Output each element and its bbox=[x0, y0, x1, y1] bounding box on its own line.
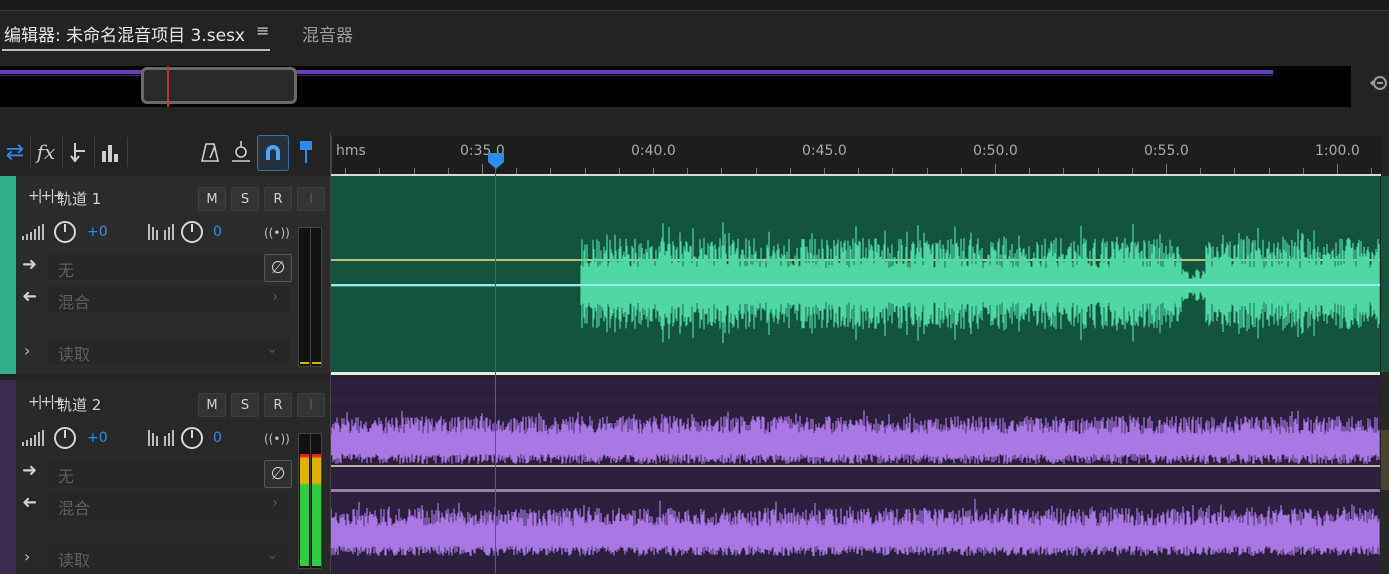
ruler-tick bbox=[995, 164, 996, 174]
input-select[interactable]: 无 › bbox=[48, 254, 290, 280]
volume-knob[interactable] bbox=[54, 221, 76, 243]
pan-knob[interactable] bbox=[181, 427, 203, 449]
track-level-meter bbox=[298, 433, 322, 569]
volume-value[interactable]: +0 bbox=[87, 224, 108, 240]
track-level-meter bbox=[298, 227, 322, 367]
ruler-label: 1:00.0 bbox=[1315, 143, 1360, 159]
input-value: 无 bbox=[58, 467, 75, 486]
mute-button[interactable]: M bbox=[198, 393, 226, 417]
ruler-tick bbox=[1337, 164, 1338, 174]
pan-value[interactable]: 0 bbox=[213, 430, 222, 446]
input-value: 无 bbox=[58, 261, 75, 280]
ruler-unit-label: hms bbox=[336, 143, 366, 159]
pan-knob[interactable] bbox=[181, 221, 203, 243]
track-2-channel-divider bbox=[331, 489, 1380, 492]
fx-button[interactable]: fx bbox=[31, 135, 61, 169]
switch-view-icon[interactable]: ⇄ bbox=[0, 135, 30, 169]
tab-mixer[interactable]: 混音器 bbox=[302, 21, 353, 46]
overview-playhead bbox=[167, 66, 169, 107]
track-1-waveform bbox=[331, 222, 1380, 344]
sends-icon[interactable] bbox=[63, 135, 93, 169]
pan-icon bbox=[148, 224, 174, 240]
volume-icon bbox=[22, 430, 44, 446]
output-value: 混合 bbox=[58, 499, 91, 518]
marker-pin-icon[interactable] bbox=[291, 135, 321, 169]
chevron-down-icon: ⌄ bbox=[266, 341, 278, 357]
session-overview[interactable] bbox=[0, 66, 1351, 107]
expand-chevron-icon[interactable]: › bbox=[24, 341, 30, 360]
solo-button[interactable]: S bbox=[231, 187, 259, 211]
solo-button[interactable]: S bbox=[231, 393, 259, 417]
zoom-navigator-icon[interactable] bbox=[1368, 72, 1388, 94]
input-monitor-button[interactable]: I bbox=[297, 187, 325, 211]
expand-chevron-icon[interactable]: › bbox=[24, 547, 30, 566]
track-name[interactable]: 轨道 2 bbox=[57, 394, 101, 415]
tab-bar: 编辑器: 未命名混音项目 3.sesx ≡ 混音器 bbox=[0, 11, 1389, 55]
playhead[interactable] bbox=[495, 160, 496, 574]
ruler-label: 0:55.0 bbox=[1144, 143, 1189, 159]
automation-mode-value: 读取 bbox=[58, 345, 91, 364]
input-arrow-icon: ➜ bbox=[22, 460, 38, 481]
pan-value[interactable]: 0 bbox=[213, 224, 222, 240]
track-2-clip[interactable] bbox=[331, 378, 1380, 574]
track-name[interactable]: 轨道 1 bbox=[57, 188, 101, 209]
snap-magnet-icon[interactable] bbox=[257, 135, 289, 171]
tab-editor[interactable]: 编辑器: 未命名混音项目 3.sesx bbox=[4, 21, 245, 46]
tab-menu-icon[interactable]: ≡ bbox=[256, 21, 269, 40]
overview-zoom-window[interactable] bbox=[141, 67, 297, 104]
input-arrow-icon: ➜ bbox=[22, 254, 38, 275]
track-color-swatch bbox=[0, 380, 16, 574]
chevron-down-icon: ⌄ bbox=[266, 547, 278, 563]
output-select[interactable]: 混合 › bbox=[48, 286, 290, 312]
output-value: 混合 bbox=[58, 293, 91, 312]
track-toolbar: ⇄ fx bbox=[0, 133, 330, 173]
output-arrow-icon: ➜ bbox=[22, 286, 38, 307]
eq-meter-icon[interactable] bbox=[95, 135, 125, 169]
volume-icon bbox=[22, 224, 44, 240]
track-header-2: +|+|+ 轨道 2 M S R I +0 0 ((•)) ➜ 无 › ∅ ➜ … bbox=[0, 380, 330, 574]
ruler-label: 0:50.0 bbox=[973, 143, 1018, 159]
mute-button[interactable]: M bbox=[198, 187, 226, 211]
automation-mode-select[interactable]: 读取 ⌄ bbox=[48, 544, 290, 570]
record-arm-button[interactable]: R bbox=[264, 393, 292, 417]
track-2-edge bbox=[1381, 430, 1389, 490]
phase-invert-button[interactable]: ∅ bbox=[264, 254, 292, 282]
top-strip bbox=[0, 0, 1389, 11]
pan-icon bbox=[148, 430, 174, 446]
track-header-1: +|+|+ 轨道 1 M S R I +0 0 ((•)) ➜ 无 › ∅ ➜ … bbox=[0, 176, 330, 374]
track-1-edge bbox=[1381, 176, 1389, 372]
loop-record-icon[interactable] bbox=[226, 135, 256, 169]
stereo-icon[interactable]: ((•)) bbox=[264, 432, 290, 446]
ruler-tick bbox=[1166, 164, 1167, 174]
track-2-waveform bbox=[331, 399, 1380, 556]
volume-knob[interactable] bbox=[54, 427, 76, 449]
chevron-right-icon: › bbox=[272, 289, 278, 305]
track-1-clip[interactable] bbox=[331, 176, 1380, 374]
automation-mode-select[interactable]: 读取 ⌄ bbox=[48, 338, 290, 364]
chevron-right-icon: › bbox=[272, 495, 278, 511]
playhead-handle-icon[interactable] bbox=[487, 152, 505, 170]
active-tab-underline bbox=[2, 49, 270, 51]
ruler-label: 0:40.0 bbox=[631, 143, 676, 159]
phase-invert-button[interactable]: ∅ bbox=[264, 460, 292, 488]
output-select[interactable]: 混合 › bbox=[48, 492, 290, 518]
track-color-swatch bbox=[0, 176, 16, 374]
output-arrow-icon: ➜ bbox=[22, 492, 38, 513]
metronome-icon[interactable] bbox=[195, 135, 225, 169]
automation-mode-value: 读取 bbox=[58, 551, 91, 570]
input-monitor-button[interactable]: I bbox=[297, 393, 325, 417]
stereo-icon[interactable]: ((•)) bbox=[264, 226, 290, 240]
volume-value[interactable]: +0 bbox=[87, 430, 108, 446]
ruler-tick bbox=[482, 164, 483, 174]
record-arm-button[interactable]: R bbox=[264, 187, 292, 211]
input-select[interactable]: 无 › bbox=[48, 460, 290, 486]
ruler-label: 0:45.0 bbox=[802, 143, 847, 159]
track-1-clip-bottom-edge bbox=[331, 372, 1380, 375]
